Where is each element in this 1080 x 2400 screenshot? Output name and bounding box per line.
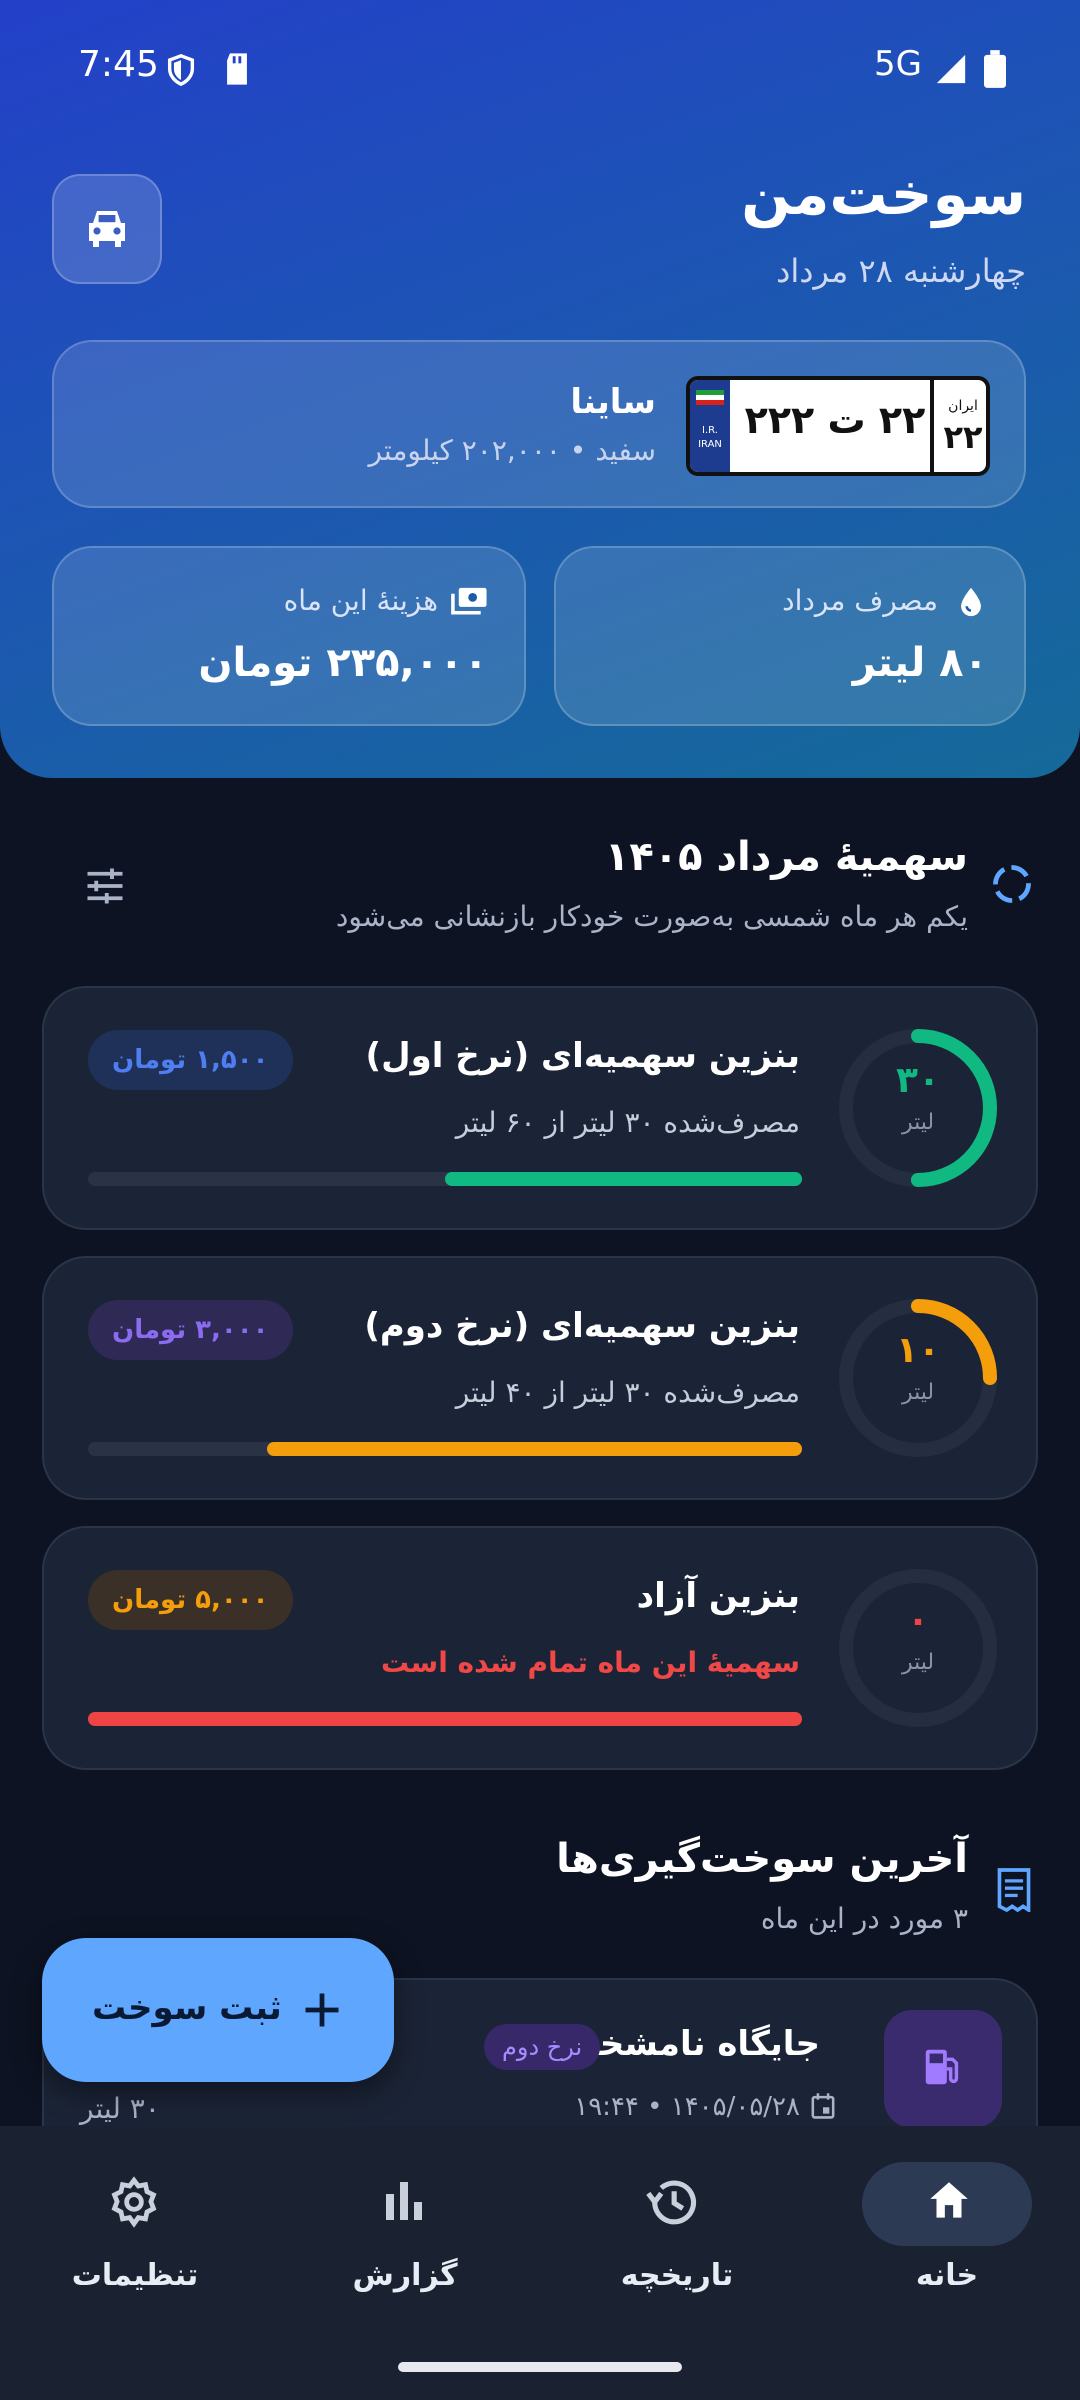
usage-bar-fill xyxy=(266,1442,802,1456)
fuel-usage: مصرف‌شده ۳۰ لیتر از ۶۰ لیتر xyxy=(455,1106,800,1139)
vehicle-details: سفید • ۲۰۲,۰۰۰ کیلومتر xyxy=(368,434,656,467)
home-indicator[interactable] xyxy=(398,2362,682,2372)
rate-tag: نرخ دوم xyxy=(484,2024,601,2070)
quota-remaining: ۰ xyxy=(907,1600,929,1641)
fuel-usage: سهمیهٔ این ماه تمام شده است xyxy=(381,1646,800,1679)
receipt-icon xyxy=(994,1868,1034,1916)
nav-label-settings: تنظیمات xyxy=(71,2258,199,2293)
reset-cycle-icon xyxy=(990,862,1034,910)
cost-label: هزینهٔ این ماه xyxy=(283,584,438,617)
quota-remaining: ۱۰ xyxy=(896,1330,940,1371)
usage-bar xyxy=(88,1712,802,1726)
network-type: 5G xyxy=(874,44,922,84)
consumption-label: مصرف مرداد xyxy=(782,584,938,617)
plate-region-number: ۲۲ xyxy=(943,418,983,456)
consumption-value: ۸۰ لیتر xyxy=(852,640,988,686)
shield-icon xyxy=(164,52,198,92)
quota-ring xyxy=(839,1569,997,1727)
nav-item-settings[interactable]: تنظیمات xyxy=(30,2126,250,2346)
quota-remaining: ۳۰ xyxy=(896,1060,940,1101)
recent-subtitle: ۳ مورد در این ماه xyxy=(760,1902,968,1935)
signal-icon xyxy=(934,52,968,90)
quota-title: سهمیهٔ مرداد ۱۴۰۵ xyxy=(604,834,968,880)
price-badge: ۱,۵۰۰ تومان xyxy=(88,1030,293,1090)
nav-item-history[interactable]: تاریخچه xyxy=(572,2126,792,2346)
plate-country-strip: I.R. IRAN xyxy=(690,380,730,472)
vehicle-name: ساینا xyxy=(570,382,656,422)
entry-liters: ۳۰ لیتر xyxy=(80,2092,160,2125)
entry-icon-box xyxy=(884,2010,1002,2128)
entry-datetime: ۱۴۰۵/۰۵/۲۸ • ۱۹:۴۴ xyxy=(574,2092,800,2122)
current-date: چهارشنبه ۲۸ مرداد xyxy=(776,252,1026,290)
nav-label-history: تاریخچه xyxy=(620,2258,734,2293)
price-badge: ۵,۰۰۰ تومان xyxy=(88,1570,293,1630)
price-badge: ۳,۰۰۰ تومان xyxy=(88,1300,293,1360)
fuel-name: بنزین سهمیه‌ای (نرخ دوم) xyxy=(364,1306,800,1346)
drop-icon xyxy=(954,584,988,624)
license-plate: I.R. IRAN ۲۲ ت ۲۲۲ ایران ۲۲ xyxy=(686,376,990,476)
fuel-quota-card[interactable]: ۳۰ لیتر بنزین سهمیه‌ای (نرخ اول) مصرف‌شد… xyxy=(42,986,1038,1230)
add-fuel-label: ثبت سوخت xyxy=(92,1988,282,2028)
cost-value: ۲۳۵,۰۰۰ تومان xyxy=(198,640,488,686)
fuel-usage: مصرف‌شده ۳۰ لیتر از ۴۰ لیتر xyxy=(455,1376,800,1409)
plate-country-text: IRAN xyxy=(698,439,722,450)
nav-item-report[interactable]: گزارش xyxy=(300,2126,520,2346)
usage-bar-fill xyxy=(88,1712,802,1726)
nav-label-report: گزارش xyxy=(352,2258,458,2293)
cost-stat-card: هزینهٔ این ماه ۲۳۵,۰۰۰ تومان xyxy=(52,546,526,726)
car-icon xyxy=(83,205,131,253)
gear-icon xyxy=(108,2176,160,2232)
home-icon xyxy=(924,2176,974,2230)
usage-bar xyxy=(88,1172,802,1186)
plate-number: ۲۲ ت ۲۲۲ xyxy=(744,398,926,442)
fuel-quota-card[interactable]: ۱۰ لیتر بنزین سهمیه‌ای (نرخ دوم) مصرف‌شد… xyxy=(42,1256,1038,1500)
fuel-quota-card[interactable]: ۰ لیتر بنزین آزاد سهمیهٔ این ماه تمام شد… xyxy=(42,1526,1038,1770)
vehicle-select-button[interactable] xyxy=(52,174,162,284)
quota-subtitle: یکم هر ماه شمسی به‌صورت خودکار بازنشانی … xyxy=(335,900,968,933)
sd-card-icon xyxy=(222,52,252,90)
nav-label-home: خانه xyxy=(915,2258,979,2293)
chart-icon xyxy=(380,2176,428,2228)
fuel-name: بنزین آزاد xyxy=(636,1576,800,1616)
quota-unit: لیتر xyxy=(901,1650,935,1675)
quota-ring xyxy=(839,1029,997,1187)
consumption-stat-card: مصرف مرداد ۸۰ لیتر xyxy=(554,546,1026,726)
status-bar: 7:45 5G xyxy=(0,0,1080,130)
quota-unit: لیتر xyxy=(901,1110,935,1135)
history-icon xyxy=(644,2176,700,2232)
plate-region-label: ایران xyxy=(948,398,978,414)
app-title: سوخت‌من xyxy=(741,160,1026,228)
payments-icon xyxy=(450,584,488,622)
usage-bar xyxy=(88,1442,802,1456)
usage-bar-fill xyxy=(445,1172,802,1186)
quota-ring xyxy=(839,1299,997,1457)
plate-region: ایران ۲۲ xyxy=(936,380,986,472)
fuel-name: بنزین سهمیه‌ای (نرخ اول) xyxy=(365,1036,800,1076)
nav-item-home[interactable]: خانه xyxy=(842,2126,1062,2346)
bottom-navigation: خانه تاریخچه گزارش تنظیمات xyxy=(0,2126,1080,2400)
plate-country-text: I.R. xyxy=(702,425,718,436)
fuel-pump-icon xyxy=(920,2044,966,2094)
add-fuel-button[interactable]: ثبت سوخت xyxy=(42,1938,394,2082)
tune-icon[interactable] xyxy=(84,866,126,910)
header: 7:45 5G سوخت‌من چهارشنبه ۲۸ مرداد ساینا … xyxy=(0,0,1080,778)
status-time: 7:45 xyxy=(78,44,159,85)
quota-unit: لیتر xyxy=(901,1380,935,1405)
plus-icon xyxy=(300,1988,344,2036)
battery-icon xyxy=(984,50,1006,92)
vehicle-card[interactable]: ساینا سفید • ۲۰۲,۰۰۰ کیلومتر I.R. IRAN ۲… xyxy=(52,340,1026,508)
recent-title: آخرین سوخت‌گیری‌ها xyxy=(556,1836,968,1882)
calendar-icon xyxy=(810,2092,836,2124)
